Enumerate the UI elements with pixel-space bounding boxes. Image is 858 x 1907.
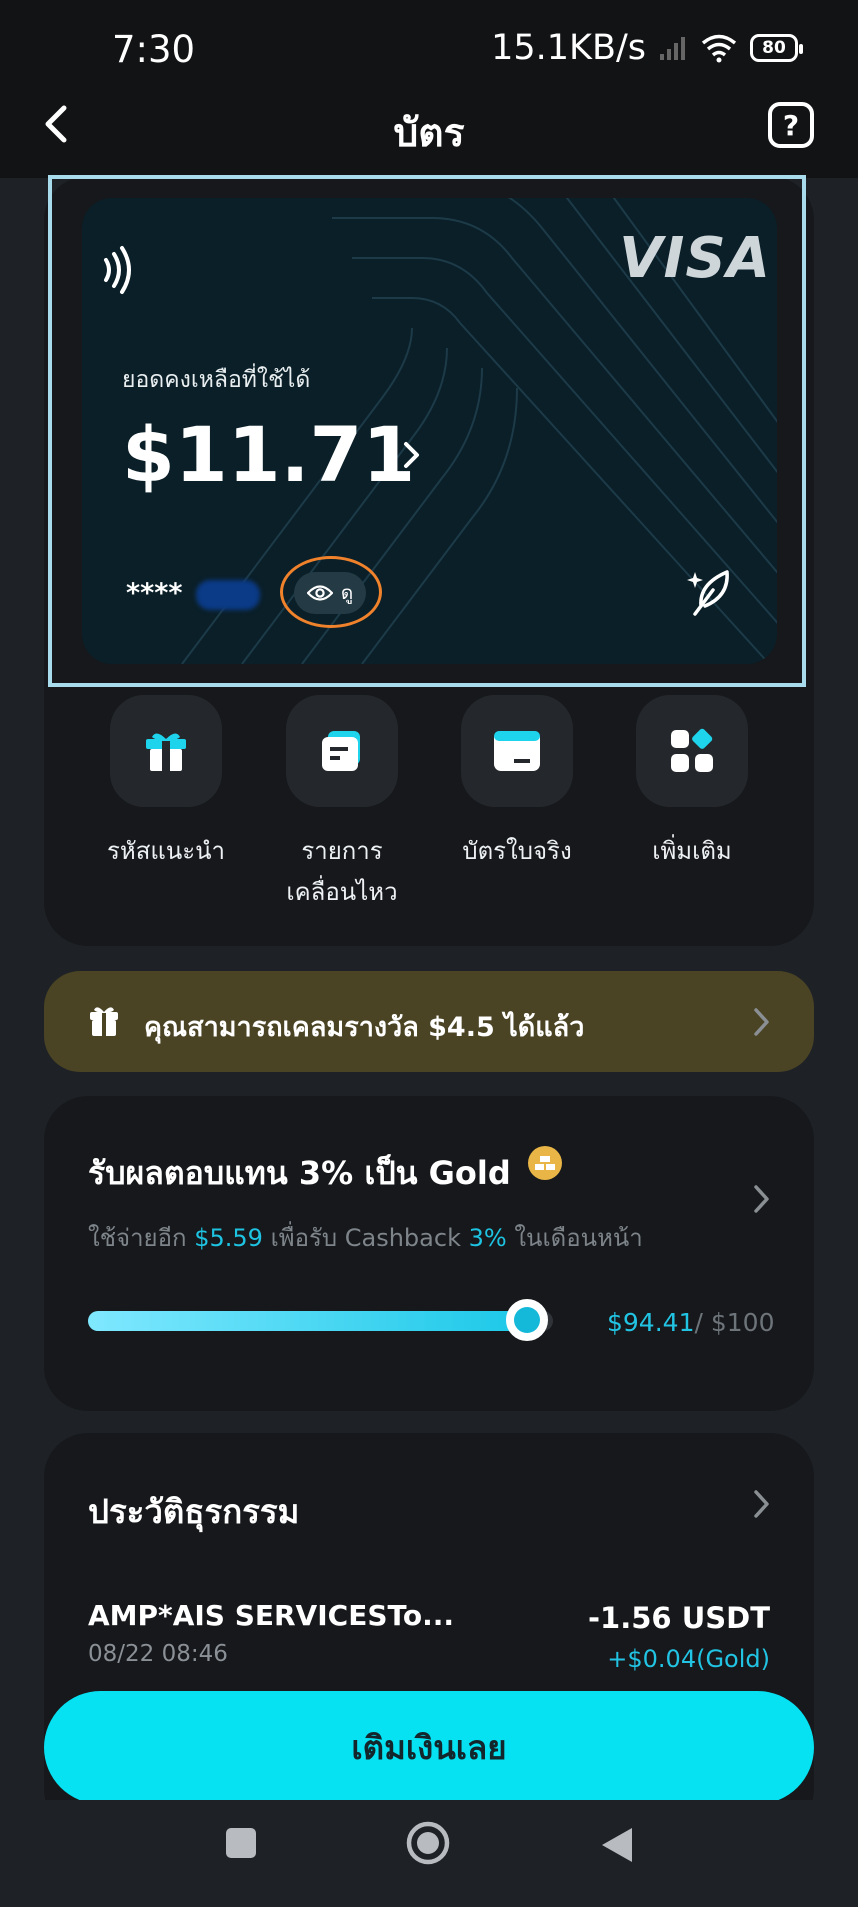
reward-text: คุณสามารถเคลมรางวัล $4.5 ได้แล้ว: [144, 1012, 585, 1043]
gold-subtitle: ใช้จ่ายอีก $5.59 เพื่อรับ Cashback 3% ใน…: [88, 1218, 643, 1257]
quick-action-label: รายการ เคลื่อนไหว: [286, 837, 398, 906]
status-indicators: 15.1KB/s 80: [491, 28, 803, 68]
status-time: 7:30: [112, 28, 196, 71]
more-grid-icon: [636, 695, 748, 807]
battery-icon: 80: [750, 34, 803, 62]
progress-knob: [506, 1299, 548, 1341]
transaction-merchant: AMP*AIS SERVICESTo...: [88, 1599, 455, 1632]
signal-icon: [660, 37, 685, 60]
physical-card-icon: [461, 695, 573, 807]
page-title: บัตร: [393, 111, 465, 156]
question-icon: ?: [782, 108, 800, 142]
top-up-button[interactable]: เติมเงินเลย: [44, 1691, 814, 1804]
history-title: ประวัติธุรกรรม: [88, 1492, 300, 1531]
gift-icon: [90, 1007, 118, 1036]
progress-fill: [88, 1311, 527, 1331]
transactions-icon: [286, 695, 398, 807]
gold-cashback-percent: 3%: [468, 1224, 507, 1252]
status-bar: 7:30 15.1KB/s 80: [0, 0, 858, 100]
gift-icon: [110, 695, 222, 807]
transaction-date: 08/22 08:46: [88, 1641, 228, 1667]
network-speed: 15.1KB/s: [491, 28, 646, 68]
gold-title: รับผลตอบแทน 3% เป็น Gold: [88, 1154, 511, 1192]
back-nav-icon[interactable]: [600, 1826, 634, 1864]
recents-icon[interactable]: [224, 1826, 258, 1860]
gold-sub-suffix: ในเดือนหน้า: [514, 1224, 643, 1252]
progress-max: / $100: [694, 1308, 775, 1337]
gold-coin-icon: [528, 1146, 562, 1180]
progress-value: $94.41/ $100: [607, 1308, 774, 1337]
reward-claim-banner[interactable]: คุณสามารถเคลมรางวัล $4.5 ได้แล้ว: [44, 971, 814, 1072]
transaction-amount: -1.56 USDT: [588, 1601, 770, 1635]
battery-level: 80: [762, 38, 786, 58]
quick-action-physical-card[interactable]: บัตรใบจริง: [459, 695, 575, 872]
quick-action-label: บัตรใบจริง: [462, 837, 572, 865]
help-button[interactable]: ?: [768, 102, 814, 148]
gold-remaining-amount: $5.59: [194, 1224, 263, 1252]
quick-action-label: เพิ่มเติม: [652, 837, 732, 865]
gold-sub-mid: เพื่อรับ Cashback: [270, 1224, 461, 1252]
gold-sub-prefix: ใช้จ่ายอีก: [88, 1224, 187, 1252]
quick-action-label: รหัสแนะนำ: [106, 837, 225, 865]
chevron-right-icon: [754, 1008, 769, 1036]
system-nav-bar: [0, 1800, 858, 1907]
app-header: บัตร ?: [0, 100, 858, 178]
spend-progress-bar: [88, 1299, 553, 1341]
gold-cashback-panel[interactable]: รับผลตอบแทน 3% เป็น Gold ใช้จ่ายอีก $5.5…: [44, 1096, 814, 1411]
wifi-icon: [701, 34, 737, 63]
chevron-right-icon: [754, 1185, 769, 1213]
card-highlight-frame: [48, 175, 806, 687]
transaction-cashback: +$0.04(Gold): [607, 1645, 770, 1673]
home-icon[interactable]: [405, 1820, 451, 1866]
quick-action-referral[interactable]: รหัสแนะนำ: [107, 695, 225, 872]
quick-action-transactions[interactable]: รายการ เคลื่อนไหว: [284, 695, 400, 913]
progress-current: $94.41: [607, 1308, 695, 1337]
history-chevron-icon[interactable]: [752, 1489, 772, 1519]
quick-action-more[interactable]: เพิ่มเติม: [634, 695, 750, 872]
